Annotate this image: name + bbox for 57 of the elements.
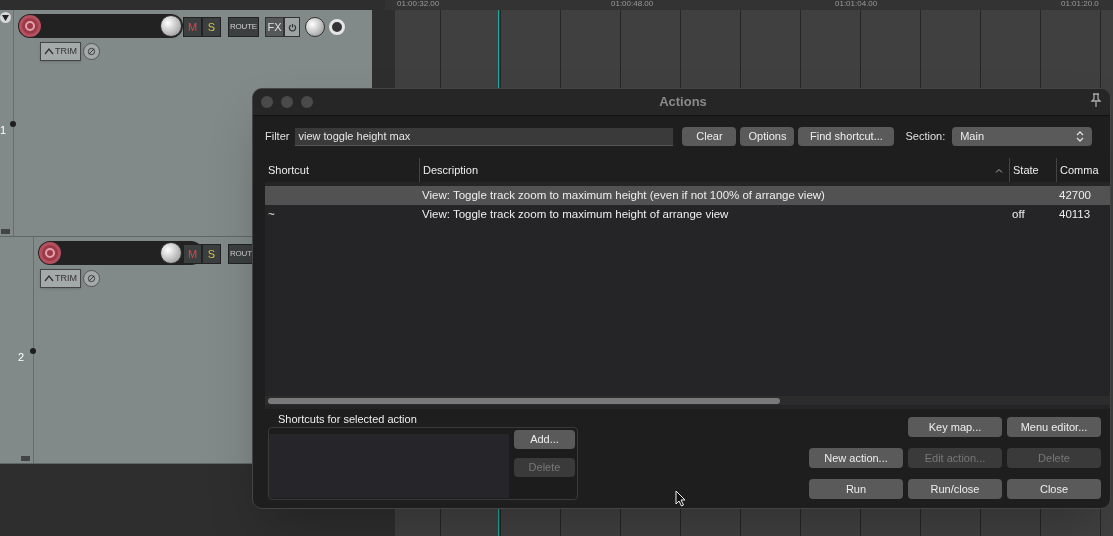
dialog-button[interactable]: Run/close: [908, 479, 1002, 499]
column-header[interactable]: Description: [419, 158, 1009, 182]
column-header[interactable]: State: [1009, 158, 1056, 182]
column-header[interactable]: Comma: [1056, 158, 1110, 182]
filter-field[interactable]: view toggle height max: [295, 127, 674, 146]
options-button[interactable]: Options: [740, 127, 795, 146]
clear-button[interactable]: Clear: [682, 127, 737, 146]
record-arm-button[interactable]: [19, 15, 41, 37]
dialog-button[interactable]: Key map...: [908, 417, 1002, 437]
trim-button[interactable]: TRIM: [40, 269, 81, 288]
pin-icon[interactable]: [1090, 93, 1102, 107]
collapse-icon[interactable]: [0, 12, 11, 23]
power-icon[interactable]: [284, 17, 300, 37]
fx-button[interactable]: FX: [265, 17, 284, 37]
table-cell: 42700: [1059, 188, 1091, 201]
track-number: 1: [0, 123, 7, 138]
table-cell: View: Toggle track zoom to maximum height (even if not 100% of arrange view): [422, 188, 825, 201]
dialog-button[interactable]: Close: [1007, 479, 1101, 499]
folder-icon: [21, 456, 30, 461]
table-row[interactable]: ~ View: Toggle track zoom to maximum height of arrange view off 40113: [265, 205, 1110, 224]
section-title: Shortcuts for selected action: [278, 412, 418, 426]
record-arm-button[interactable]: [39, 242, 61, 264]
dialog-button[interactable]: Menu editor...: [1007, 417, 1101, 437]
filter-label: Filter: [265, 129, 290, 145]
window-title: Actions: [658, 93, 708, 112]
find-shortcut-button[interactable]: Find shortcut...: [798, 127, 895, 146]
dialog-button[interactable]: Run: [809, 479, 903, 499]
width-knob[interactable]: [329, 19, 345, 35]
table-row[interactable]: View: Toggle track zoom to maximum height (even if not 100% of arrange view) 42700: [265, 186, 1110, 205]
scrollbar-thumb[interactable]: [268, 398, 780, 404]
mouse-cursor-icon: [675, 490, 686, 507]
solo-button[interactable]: S: [202, 17, 221, 37]
table-cell: 40113: [1059, 207, 1091, 220]
trim-button[interactable]: TRIM: [40, 42, 81, 61]
pan-knob[interactable]: [305, 17, 325, 37]
sort-caret-icon: [995, 168, 1003, 173]
table-cell: off: [1012, 207, 1025, 220]
phase-icon[interactable]: [83, 270, 100, 287]
track-number: 2: [18, 350, 25, 365]
table-cell: ~: [268, 207, 275, 220]
time-label: 01:00:48.00: [611, 0, 654, 8]
section-dropdown[interactable]: Main: [952, 127, 1093, 146]
dialog-button[interactable]: New action...: [809, 448, 903, 468]
chevron-icon: [1076, 131, 1085, 142]
route-button[interactable]: ROUT: [228, 244, 254, 264]
volume-knob[interactable]: [160, 15, 182, 37]
time-label: 01:01:20.0: [1061, 0, 1099, 8]
add-button[interactable]: Add...: [514, 430, 575, 449]
route-button[interactable]: ROUTE: [228, 17, 259, 37]
table-cell: View: Toggle track zoom to maximum height of arrange view: [422, 207, 729, 220]
folder-icon: [1, 229, 10, 234]
phase-icon[interactable]: [83, 43, 100, 60]
column-header[interactable]: Shortcut: [265, 158, 419, 182]
time-label: 01:00:32.00: [397, 0, 440, 8]
time-label: 01:01:04.00: [835, 0, 878, 8]
solo-button[interactable]: S: [202, 244, 221, 264]
section-label: Section:: [905, 129, 946, 145]
